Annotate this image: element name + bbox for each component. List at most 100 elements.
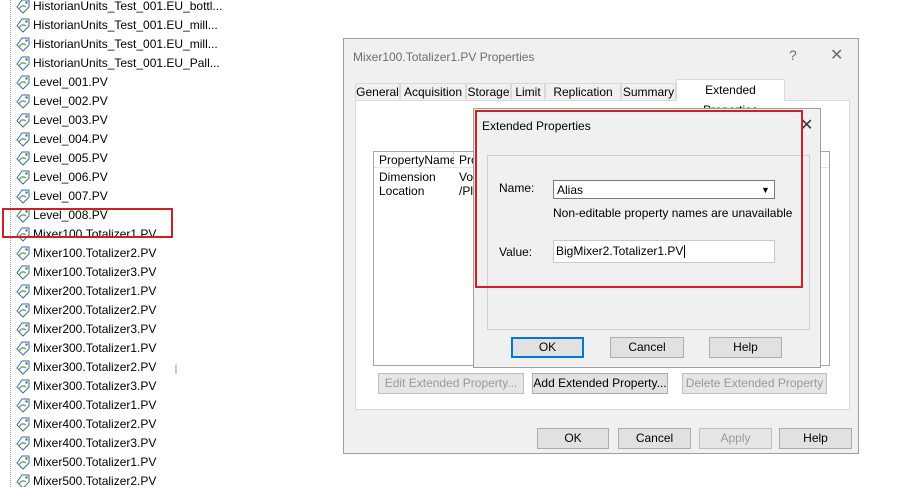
tree-item[interactable]: Mixer100.Totalizer3.PV bbox=[16, 262, 156, 281]
delete-extended-property-button[interactable]: Delete Extended Property bbox=[682, 373, 827, 394]
tree-item[interactable]: Mixer400.Totalizer3.PV bbox=[16, 433, 156, 452]
cancel-button[interactable]: Cancel bbox=[610, 337, 684, 358]
tree-item[interactable]: Mixer300.Totalizer2.PV bbox=[16, 357, 156, 376]
tree-item[interactable]: Mixer500.Totalizer1.PV bbox=[16, 452, 156, 471]
tree-item-label: Mixer100.Totalizer3.PV bbox=[33, 264, 157, 279]
value-input[interactable]: BigMixer2.Totalizer1.PV bbox=[553, 240, 775, 263]
tag-icon bbox=[16, 435, 32, 451]
tag-tree[interactable]: HistorianUnits_Test_001.EU_bottl... Histo… bbox=[0, 0, 340, 487]
name-label: Name: bbox=[499, 181, 535, 195]
tag-icon bbox=[16, 112, 32, 128]
tag-icon bbox=[16, 0, 32, 14]
tree-connector-line bbox=[10, 0, 11, 487]
tree-item[interactable]: Mixer500.Totalizer2.PV bbox=[16, 471, 156, 487]
tree-item-label: Level_001.PV bbox=[33, 74, 108, 89]
tree-item-label: Mixer400.Totalizer2.PV bbox=[33, 416, 157, 431]
tree-item[interactable]: Level_007.PV bbox=[16, 186, 108, 205]
tag-icon bbox=[16, 36, 32, 52]
tree-item[interactable]: Level_005.PV bbox=[16, 148, 108, 167]
extended-properties-dialog-title: Extended Properties bbox=[482, 119, 591, 133]
tab-replication[interactable]: Replication bbox=[545, 83, 621, 99]
text-cursor-icon: I bbox=[174, 361, 178, 377]
tree-item[interactable]: Mixer200.Totalizer3.PV bbox=[16, 319, 156, 338]
tree-item[interactable]: Level_004.PV bbox=[16, 129, 108, 148]
tree-item[interactable]: Level_006.PV bbox=[16, 167, 108, 186]
tree-item-label: Level_005.PV bbox=[33, 150, 108, 165]
tree-item[interactable]: HistorianUnits_Test_001.EU_mill... bbox=[16, 34, 218, 53]
property-name-cell[interactable]: Dimension bbox=[374, 170, 436, 184]
tag-icon bbox=[16, 93, 32, 109]
tree-item[interactable]: HistorianUnits_Test_001.EU_mill... bbox=[16, 15, 218, 34]
tree-item[interactable]: HistorianUnits_Test_001.EU_Pall... bbox=[16, 53, 220, 72]
tree-item[interactable]: Mixer200.Totalizer1.PV bbox=[16, 281, 156, 300]
tree-item-label: Mixer100.Totalizer2.PV bbox=[33, 245, 157, 260]
selected-item-highlight bbox=[2, 208, 173, 238]
tab-general[interactable]: General bbox=[355, 83, 400, 99]
properties-dialog-title: Mixer100.Totalizer1.PV Properties bbox=[353, 50, 535, 64]
ok-button[interactable]: OK bbox=[537, 428, 609, 449]
tag-icon bbox=[16, 321, 32, 337]
tag-icon bbox=[16, 55, 32, 71]
name-note: Non-editable property names are unavaila… bbox=[553, 206, 793, 220]
property-name-cell[interactable]: Location bbox=[374, 184, 424, 198]
value-label: Value: bbox=[499, 245, 533, 259]
tag-icon bbox=[16, 245, 32, 261]
tree-item-label: HistorianUnits_Test_001.EU_mill... bbox=[33, 36, 218, 51]
tree-item[interactable]: Mixer200.Totalizer2.PV bbox=[16, 300, 156, 319]
tree-item-label: Mixer400.Totalizer3.PV bbox=[33, 435, 157, 450]
close-icon[interactable]: ✕ bbox=[830, 45, 843, 65]
tag-icon bbox=[16, 283, 32, 299]
tag-icon bbox=[16, 359, 32, 375]
tab-acquisition[interactable]: Acquisition bbox=[400, 83, 466, 99]
tree-item-label: Mixer400.Totalizer1.PV bbox=[33, 397, 157, 412]
tag-icon bbox=[16, 150, 32, 166]
tag-icon bbox=[16, 454, 32, 470]
help-button[interactable]: Help bbox=[779, 428, 852, 449]
help-icon[interactable]: ? bbox=[789, 47, 797, 63]
tag-icon bbox=[16, 264, 32, 280]
tree-item[interactable]: Level_001.PV bbox=[16, 72, 108, 91]
tree-item-label: HistorianUnits_Test_001.EU_bottl... bbox=[33, 0, 223, 13]
tag-icon bbox=[16, 302, 32, 318]
tree-item-label: HistorianUnits_Test_001.EU_mill... bbox=[33, 17, 218, 32]
value-input-text: BigMixer2.Totalizer1.PV bbox=[556, 244, 684, 258]
text-caret bbox=[684, 245, 686, 259]
add-extended-property-button[interactable]: Add Extended Property... bbox=[532, 373, 668, 394]
tag-icon bbox=[16, 416, 32, 432]
tree-item-label: Mixer300.Totalizer3.PV bbox=[33, 378, 157, 393]
tree-item-label: Mixer300.Totalizer2.PV bbox=[33, 359, 157, 374]
tree-item[interactable]: Mixer100.Totalizer2.PV bbox=[16, 243, 156, 262]
edit-extended-property-button[interactable]: Edit Extended Property... bbox=[378, 373, 524, 394]
ok-button[interactable]: OK bbox=[511, 337, 584, 358]
help-button[interactable]: Help bbox=[709, 337, 782, 358]
tab-storage[interactable]: Storage bbox=[466, 83, 511, 99]
apply-button[interactable]: Apply bbox=[699, 428, 772, 449]
tree-item[interactable]: HistorianUnits_Test_001.EU_bottl... bbox=[16, 0, 222, 15]
tag-icon bbox=[16, 74, 32, 90]
tag-icon bbox=[16, 340, 32, 356]
name-dropdown-value: Alias bbox=[557, 183, 584, 197]
chevron-down-icon[interactable]: ▼ bbox=[758, 182, 773, 197]
tree-item[interactable]: Mixer400.Totalizer1.PV bbox=[16, 395, 156, 414]
property-value-cell[interactable]: /Pl bbox=[454, 184, 473, 198]
extended-properties-dialog: Extended Properties ✕ Name: Alias ▼ Non-… bbox=[473, 108, 821, 368]
column-header-propertyname[interactable]: PropertyName bbox=[374, 152, 456, 168]
close-icon[interactable]: ✕ bbox=[800, 115, 813, 135]
tree-item-label: Level_004.PV bbox=[33, 131, 108, 146]
tab-summary[interactable]: Summary bbox=[621, 83, 676, 99]
tag-icon bbox=[16, 17, 32, 33]
tree-item-label: Level_002.PV bbox=[33, 93, 108, 108]
tree-item-label: Level_007.PV bbox=[33, 188, 108, 203]
tree-item-label: Mixer200.Totalizer1.PV bbox=[33, 283, 157, 298]
tree-item-label: HistorianUnits_Test_001.EU_Pall... bbox=[33, 55, 220, 70]
tab-extended-properties[interactable]: Extended Properties bbox=[676, 79, 785, 117]
tag-icon bbox=[16, 378, 32, 394]
name-dropdown[interactable]: Alias ▼ bbox=[553, 180, 775, 199]
tree-item[interactable]: Mixer400.Totalizer2.PV bbox=[16, 414, 156, 433]
tree-item[interactable]: Mixer300.Totalizer1.PV bbox=[16, 338, 156, 357]
tab-limit[interactable]: Limit bbox=[511, 83, 545, 99]
tree-item[interactable]: Level_003.PV bbox=[16, 110, 108, 129]
tree-item[interactable]: Level_002.PV bbox=[16, 91, 108, 110]
tree-item[interactable]: Mixer300.Totalizer3.PV bbox=[16, 376, 156, 395]
cancel-button[interactable]: Cancel bbox=[618, 428, 691, 449]
